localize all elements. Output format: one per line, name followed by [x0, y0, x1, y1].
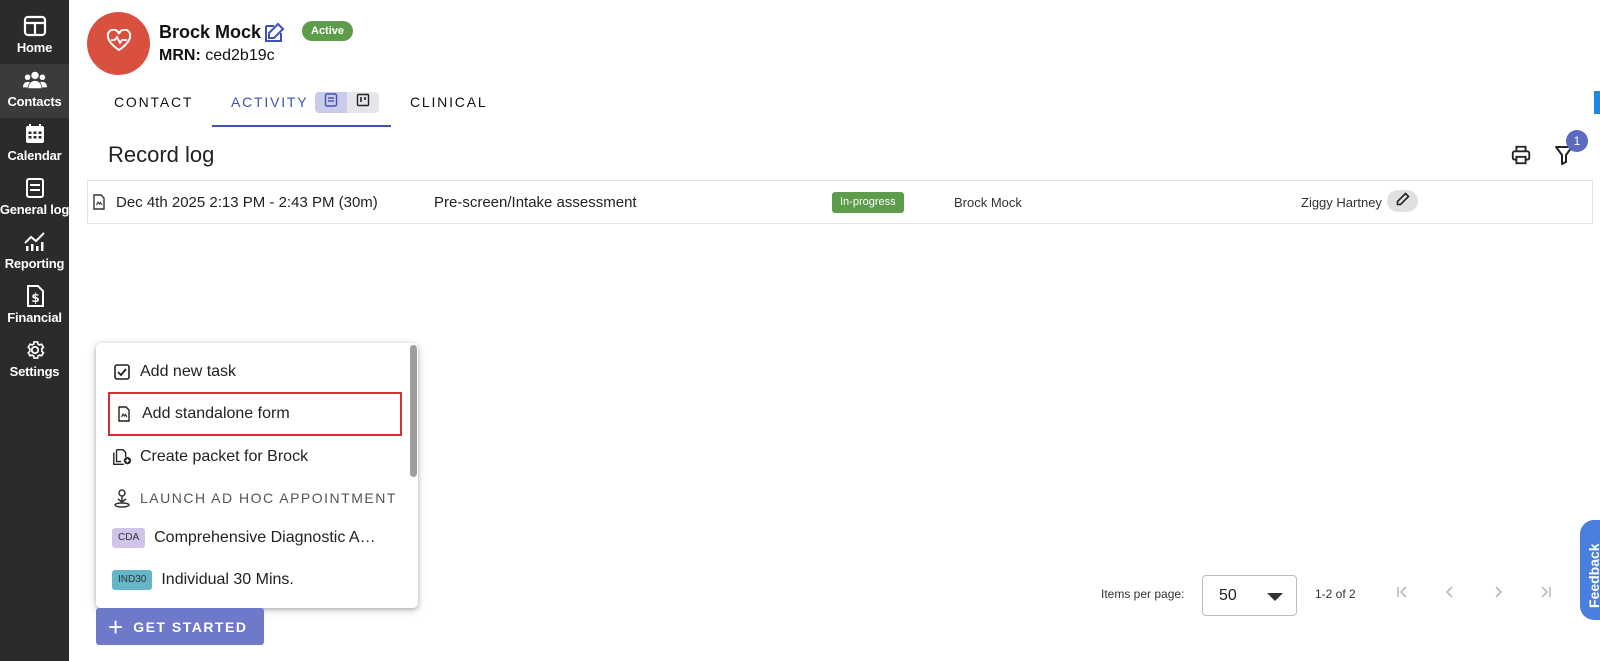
- sidebar-item-label: Financial: [7, 310, 62, 325]
- menu-scrollbar[interactable]: [410, 345, 417, 477]
- get-started-label: GET STARTED: [133, 618, 248, 635]
- sidebar-item-financial[interactable]: $ Financial: [0, 280, 69, 334]
- sidebar-item-label: Settings: [9, 364, 60, 379]
- patient-name: Brock Mock: [159, 22, 262, 42]
- mrn: MRN: ced2b19c: [159, 47, 275, 65]
- first-page-button[interactable]: [1392, 584, 1412, 604]
- board-view-icon: [356, 93, 370, 112]
- menu-heading-label: LAUNCH AD HOC APPOINTMENT: [140, 490, 397, 506]
- pencil-icon: [1396, 191, 1410, 211]
- list-view-button[interactable]: [315, 92, 347, 113]
- sidebar-item-label: Calendar: [7, 148, 62, 163]
- next-page-button[interactable]: [1488, 584, 1508, 604]
- form-document-icon: [114, 404, 134, 424]
- chevron-left-icon: [1443, 585, 1457, 604]
- sidebar-item-label: Home: [16, 40, 53, 55]
- tab-contact[interactable]: CONTACT: [114, 92, 193, 128]
- sidebar-item-label: Reporting: [4, 256, 65, 271]
- filter-icon: [1554, 146, 1574, 170]
- sidebar-item-settings[interactable]: Settings: [0, 334, 69, 388]
- menu-item-label: Create packet for Brock: [140, 448, 309, 465]
- status-badge: Active: [302, 21, 354, 41]
- record-datetime: Dec 4th 2025 2:13 PM - 2:43 PM (30m): [116, 194, 378, 211]
- tab-clinical[interactable]: CLINICAL: [410, 92, 487, 128]
- svg-text:$: $: [31, 291, 39, 305]
- board-view-button[interactable]: [347, 92, 379, 113]
- menu-item-appointment-ind30[interactable]: IND30 Individual 30 Mins.: [112, 565, 294, 595]
- menu-heading-launch-ad-hoc: LAUNCH AD HOC APPOINTMENT: [112, 483, 397, 513]
- items-per-page-select[interactable]: 50: [1202, 575, 1297, 616]
- mrn-value: ced2b19c: [205, 47, 275, 64]
- heart-pulse-icon: [106, 28, 132, 58]
- get-started-menu: Add new task Add standalone form Create …: [96, 343, 418, 608]
- record-patient: Brock Mock: [954, 195, 1022, 210]
- chevron-right-icon: [1491, 585, 1505, 604]
- table-row[interactable]: Dec 4th 2025 2:13 PM - 2:43 PM (30m) Pre…: [87, 180, 1593, 224]
- general-log-icon: [23, 176, 47, 200]
- avatar: [87, 12, 150, 75]
- section-title: Record log: [108, 142, 215, 167]
- sidebar-nav: Home Contacts Calendar General log Repor…: [0, 0, 69, 661]
- pagination-range: 1-2 of 2: [1315, 587, 1356, 601]
- menu-item-label: Comprehensive Diagnostic A…: [154, 529, 376, 546]
- sidebar-item-calendar[interactable]: Calendar: [0, 118, 69, 172]
- get-started-button[interactable]: + GET STARTED: [96, 608, 264, 645]
- edit-icon[interactable]: [262, 21, 286, 45]
- record-edit-button[interactable]: [1387, 190, 1418, 212]
- packet-add-icon: [112, 447, 132, 467]
- last-page-icon: [1539, 585, 1553, 604]
- items-per-page-value: 50: [1219, 586, 1237, 604]
- sidebar-item-home[interactable]: Home: [0, 10, 69, 64]
- menu-item-label: Add new task: [140, 363, 237, 380]
- sidebar-item-reporting[interactable]: Reporting: [0, 226, 69, 280]
- caret-down-icon: [1267, 593, 1283, 601]
- previous-page-button[interactable]: [1440, 584, 1460, 604]
- menu-item-add-task[interactable]: Add new task: [112, 357, 236, 387]
- financial-icon: $: [23, 284, 47, 308]
- print-icon: [1510, 145, 1532, 170]
- gear-icon: [23, 338, 47, 362]
- menu-item-label: Add standalone form: [142, 405, 290, 422]
- sidebar-item-contacts[interactable]: Contacts: [0, 64, 69, 118]
- record-provider: Ziggy Hartney: [1301, 195, 1382, 210]
- sidebar-item-label: Contacts: [7, 94, 62, 109]
- menu-item-appointment-cda[interactable]: CDA Comprehensive Diagnostic A…: [112, 523, 376, 553]
- filter-count-badge: 1: [1566, 130, 1588, 152]
- appointment-chip: CDA: [112, 528, 146, 548]
- menu-item-label: Individual 30 Mins.: [161, 571, 294, 588]
- scroll-indicator: [1594, 91, 1600, 114]
- last-page-button[interactable]: [1536, 584, 1556, 604]
- home-icon: [23, 14, 47, 38]
- plus-icon: +: [108, 611, 124, 642]
- record-status-badge: In-progress: [832, 192, 904, 213]
- checkbox-icon: [112, 362, 132, 382]
- calendar-icon: [23, 122, 47, 146]
- items-per-page-label: Items per page:: [1101, 587, 1185, 601]
- person-pin-icon: [112, 488, 132, 508]
- menu-item-add-standalone-form[interactable]: Add standalone form: [108, 392, 402, 436]
- tab-activity[interactable]: ACTIVITY: [231, 92, 308, 128]
- print-button[interactable]: [1510, 144, 1534, 168]
- view-toggle: [315, 92, 379, 113]
- contacts-icon: [22, 68, 47, 92]
- appointment-chip: IND30: [112, 570, 153, 590]
- feedback-tab[interactable]: Feedback: [1580, 520, 1600, 620]
- first-page-icon: [1395, 585, 1409, 604]
- active-tab-indicator: [212, 125, 391, 127]
- menu-item-create-packet[interactable]: Create packet for Brock: [112, 442, 308, 472]
- record-type: Pre-screen/Intake assessment: [434, 194, 637, 211]
- sidebar-item-label: General log: [0, 202, 70, 217]
- form-document-icon: [92, 194, 106, 215]
- list-view-icon: [324, 93, 338, 112]
- feedback-label: Feedback: [1586, 543, 1600, 608]
- mrn-label: MRN:: [159, 47, 201, 64]
- reporting-icon: [23, 230, 47, 254]
- app-root: Home Contacts Calendar General log Repor…: [0, 0, 1600, 661]
- sidebar-item-general-log[interactable]: General log: [0, 172, 69, 226]
